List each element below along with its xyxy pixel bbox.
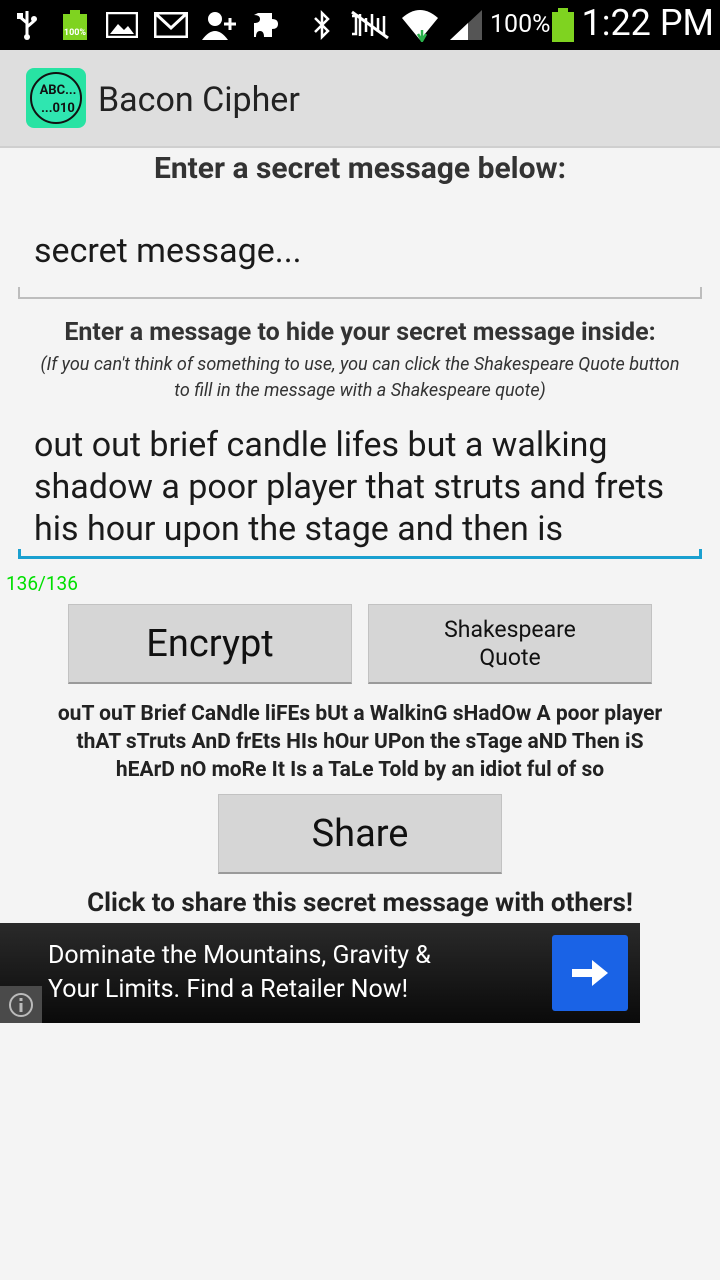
shakespeare-quote-button[interactable]: Shakespeare Quote: [368, 604, 652, 684]
bluetooth-icon: [310, 8, 334, 42]
app-logo[interactable]: ABC... ...010: [26, 68, 86, 128]
cover-message-hint-line2: to fill in the message with a Shakespear…: [174, 380, 546, 401]
cover-message-input[interactable]: out out brief candle lifes but a walking…: [18, 420, 702, 559]
logo-line2: ...010: [41, 101, 75, 116]
input-underline-right: [699, 549, 702, 559]
cover-message-value: out out brief candle lifes but a walking…: [34, 425, 665, 549]
battery-icon: [550, 8, 576, 42]
image-icon: [106, 8, 138, 42]
input-underline-left: [18, 549, 21, 559]
share-button-label: Share: [311, 811, 409, 856]
battery-percent: 100%: [490, 10, 551, 39]
cover-message-hint-line1: (If you can't think of something to use,…: [40, 354, 680, 375]
secret-message-value: secret message...: [34, 231, 302, 271]
result-line3: hEArD nO moRe It Is a TaLe Told by an id…: [115, 758, 605, 782]
input-underline-right: [700, 287, 702, 297]
ad-go-button[interactable]: [552, 935, 628, 1011]
ad-line1: Dominate the Mountains, Gravity &: [48, 941, 431, 970]
secret-message-input[interactable]: secret message...: [18, 205, 702, 299]
shakespeare-button-label-line2: Quote: [479, 643, 541, 671]
clock: 1:22 PM: [581, 2, 715, 44]
ad-line2: Your Limits. Find a Retailer Now!: [48, 975, 409, 1004]
arrow-right-icon: [572, 960, 608, 986]
share-caption: Click to share this secret message with …: [87, 888, 633, 918]
ad-info-button[interactable]: [0, 986, 42, 1023]
share-button[interactable]: Share: [218, 794, 502, 874]
info-icon: [9, 992, 33, 1017]
encrypt-button-label: Encrypt: [146, 621, 274, 666]
action-bar: ABC... ...010 Bacon Cipher: [0, 50, 720, 148]
add-contact-icon: [202, 8, 238, 42]
logo-line1: ABC...: [39, 83, 77, 98]
signal-icon: [448, 8, 484, 42]
battery-level-label: 100%: [63, 28, 87, 38]
input-underline-left: [18, 287, 20, 297]
result-line1: ouT ouT Brief CaNdle liFEs bUt a WalkinG…: [57, 702, 663, 726]
status-bar: 100% 100% 1:22 PM: [0, 0, 720, 50]
encrypt-button[interactable]: Encrypt: [68, 604, 352, 684]
result-line2: thAT sTruts AnD frEts HIs hOur UPon the …: [76, 730, 644, 754]
shakespeare-button-label-line1: Shakespeare: [444, 615, 576, 643]
usb-icon: [14, 8, 40, 42]
mute-icon: [350, 8, 390, 42]
logo-ring: ABC... ...010: [30, 72, 82, 124]
app-title: Bacon Cipher: [98, 80, 300, 120]
wifi-icon: [400, 8, 440, 42]
ad-text: Dominate the Mountains, Gravity & Your L…: [48, 939, 518, 1007]
encrypted-result: ouT ouT Brief CaNdle liFEs bUt a WalkinG…: [0, 700, 720, 784]
cover-message-label: Enter a message to hide your secret mess…: [64, 318, 656, 347]
secret-message-label: Enter a secret message below:: [153, 151, 567, 186]
char-counter: 136/136: [6, 572, 78, 595]
puzzle-icon: [252, 8, 280, 42]
gmail-icon: [154, 8, 188, 42]
battery-icon: 100%: [60, 8, 90, 42]
ad-banner[interactable]: Dominate the Mountains, Gravity & Your L…: [0, 923, 640, 1023]
